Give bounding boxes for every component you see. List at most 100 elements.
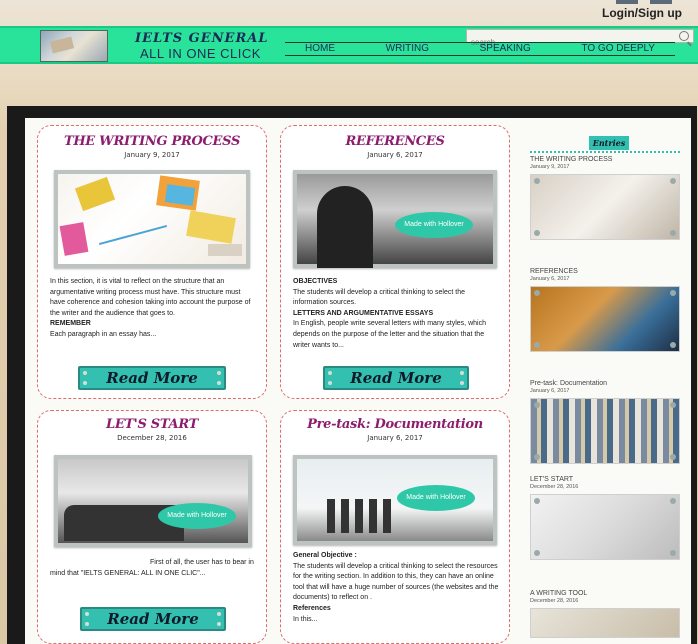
entry-date: December 28, 2016 <box>530 484 579 490</box>
post-title[interactable]: THE WRITING PROCESS <box>38 134 266 149</box>
site-logo-image[interactable] <box>40 30 108 62</box>
read-more-button[interactable]: Read More <box>78 366 226 390</box>
entry-title[interactable]: A WRITING TOOL <box>530 590 685 597</box>
post-card: REFERENCES January 6, 2017 Made with Hol… <box>280 125 510 399</box>
rivet <box>460 371 464 375</box>
rivet <box>217 622 221 626</box>
entry-title[interactable]: LET'S START <box>530 476 685 483</box>
pin <box>534 402 540 408</box>
image-detail <box>327 499 397 533</box>
entry-thumbnail[interactable] <box>530 608 680 638</box>
excerpt-text: The students will develop a critical thi… <box>293 288 465 307</box>
main-nav: HOME WRITING SPEAKING TO GO DEEPLY <box>285 42 675 56</box>
entry-date: January 6, 2017 <box>530 388 570 394</box>
excerpt-bold: References <box>293 604 331 612</box>
rivet <box>83 371 87 375</box>
image-detail <box>186 210 236 244</box>
excerpt-bold: REMEMBER <box>50 320 91 328</box>
nav-to-go-deeply[interactable]: TO GO DEEPLY <box>581 42 655 54</box>
pin <box>670 402 676 408</box>
brand-subtitle: ALL IN ONE CLICK <box>140 46 261 61</box>
login-decoration <box>616 0 672 4</box>
pin <box>534 230 540 236</box>
pin <box>534 342 540 348</box>
entry-date: January 6, 2017 <box>530 276 570 282</box>
sidebar-title: Entries <box>589 136 629 150</box>
pin <box>534 498 540 504</box>
sidebar-entry[interactable]: A WRITING TOOL December 28, 2016 <box>530 590 685 638</box>
post-image[interactable] <box>54 170 250 268</box>
pin <box>534 178 540 184</box>
brand-title: IELTS GENERAL <box>135 31 269 46</box>
post-date: January 9, 2017 <box>124 151 180 159</box>
search-box[interactable] <box>466 29 694 49</box>
excerpt-text: The students will develop a critical thi… <box>293 562 499 602</box>
sidebar-entry[interactable]: REFERENCES January 6, 2017 <box>530 268 685 352</box>
entry-title[interactable]: REFERENCES <box>530 268 685 275</box>
hollow-badge: Made with Hollover <box>395 212 473 238</box>
post-date: January 6, 2017 <box>367 434 423 442</box>
post-excerpt: In this section, it is vital to reflect … <box>50 277 256 341</box>
post-date: January 6, 2017 <box>367 151 423 159</box>
top-bar: IELTS GENERAL ALL IN ONE CLICK HOME WRIT… <box>0 26 698 64</box>
post-card: Pre-task: Documentation January 6, 2017 … <box>280 410 510 644</box>
search-icon[interactable] <box>679 31 689 41</box>
nav-speaking[interactable]: SPEAKING <box>480 42 531 54</box>
post-image[interactable]: Made with Hollover <box>293 455 497 545</box>
excerpt-tail: Each paragraph in an essay has... <box>50 330 157 338</box>
rivet <box>85 622 89 626</box>
read-more-label: Read More <box>107 610 199 628</box>
pin <box>670 230 676 236</box>
post-date: December 28, 2016 <box>117 434 187 442</box>
read-more-button[interactable]: Read More <box>323 366 469 390</box>
excerpt-tail[interactable]: In this... <box>293 616 318 623</box>
post-image[interactable]: Made with Hollover <box>293 170 497 268</box>
entry-thumbnail[interactable] <box>530 398 680 464</box>
post-card: THE WRITING PROCESS January 9, 2017 In t… <box>37 125 267 399</box>
excerpt-bold: OBJECTIVES <box>293 278 338 285</box>
rivet <box>217 612 221 616</box>
image-detail <box>98 224 168 246</box>
post-image[interactable]: Made with Hollover <box>54 455 252 547</box>
entry-title[interactable]: Pre-task: Documentation <box>530 380 685 387</box>
entry-thumbnail[interactable] <box>530 286 680 352</box>
post-excerpt: General Objective : The students will de… <box>293 551 499 625</box>
hollow-badge: Made with Hollover <box>397 485 475 511</box>
image-detail <box>164 184 196 206</box>
rivet <box>217 381 221 385</box>
excerpt-tail: In English, people write several letters… <box>293 320 486 349</box>
sidebar-entry[interactable]: Pre-task: Documentation January 6, 2017 <box>530 380 685 464</box>
post-title[interactable]: REFERENCES <box>281 134 509 149</box>
rivet <box>328 381 332 385</box>
nav-divider <box>285 55 675 56</box>
rivet <box>460 381 464 385</box>
nav-divider <box>285 42 675 43</box>
rivet <box>83 381 87 385</box>
pin <box>670 550 676 556</box>
entry-title[interactable]: THE WRITING PROCESS <box>530 156 685 163</box>
excerpt-bold: General Objective : <box>293 552 357 559</box>
sidebar-entry[interactable]: LET'S START December 28, 2016 <box>530 476 685 560</box>
pin <box>670 290 676 296</box>
hollow-badge: Made with Hollover <box>158 503 236 529</box>
read-more-label: Read More <box>350 369 442 387</box>
login-signup-link[interactable]: Login/Sign up <box>602 6 682 20</box>
nav-writing[interactable]: WRITING <box>386 42 429 54</box>
pin <box>670 454 676 460</box>
sidebar-entry[interactable]: THE WRITING PROCESS January 9, 2017 <box>530 156 685 240</box>
post-excerpt: First of all, the user has to bear in mi… <box>50 559 254 577</box>
entry-thumbnail[interactable] <box>530 494 680 560</box>
post-title[interactable]: Pre-task: Documentation <box>281 417 509 432</box>
post-title[interactable]: LET'S START <box>38 417 266 432</box>
entry-thumbnail[interactable] <box>530 174 680 240</box>
read-more-button[interactable]: Read More <box>80 607 226 631</box>
image-detail <box>208 244 242 256</box>
pin <box>670 342 676 348</box>
rivet <box>217 371 221 375</box>
content-frame: THE WRITING PROCESS January 9, 2017 In t… <box>7 106 697 644</box>
image-detail <box>317 186 373 268</box>
read-more-label: Read More <box>106 369 198 387</box>
nav-home[interactable]: HOME <box>305 42 335 54</box>
content-area: THE WRITING PROCESS January 9, 2017 In t… <box>25 118 691 644</box>
entry-date: January 9, 2017 <box>530 164 570 170</box>
